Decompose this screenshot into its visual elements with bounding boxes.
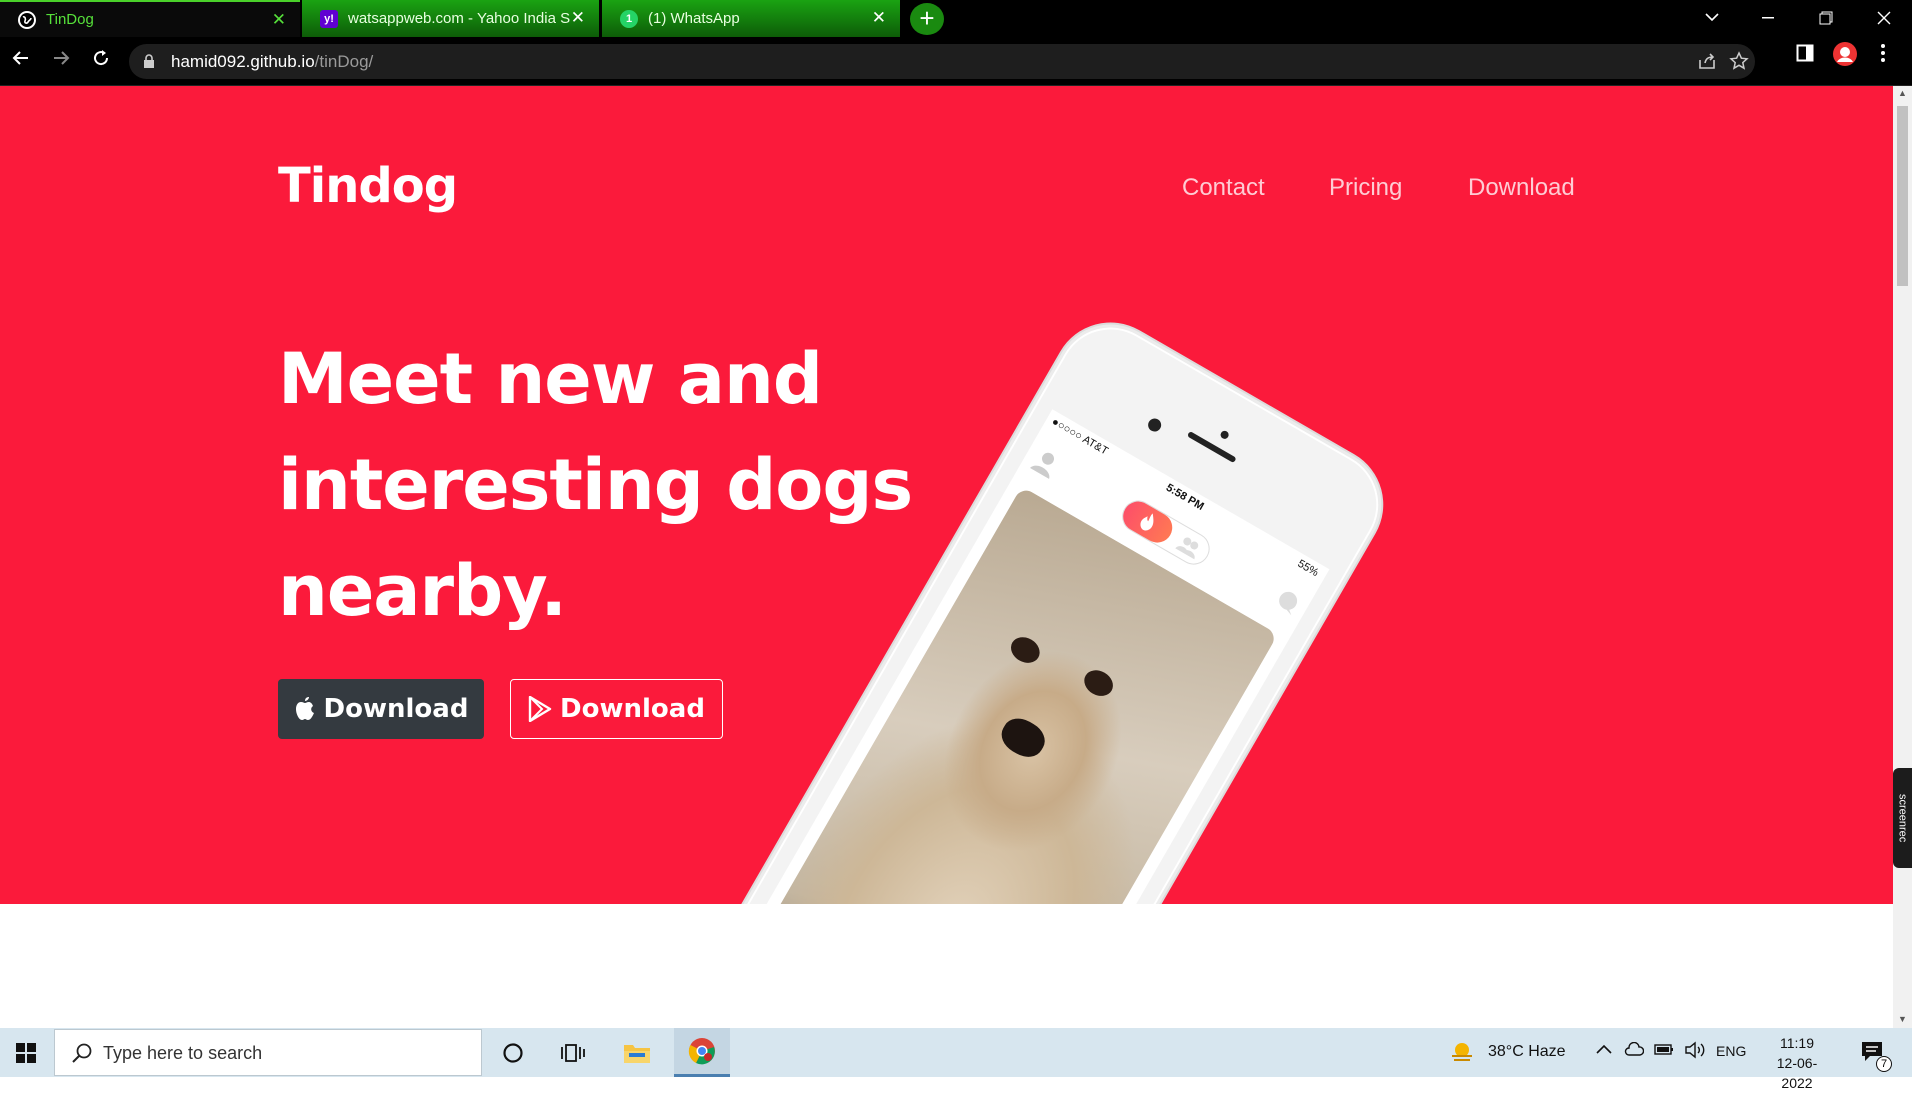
clock-time: 11:19 — [1780, 1035, 1814, 1051]
globe-icon — [18, 10, 36, 29]
tab-title: TinDog — [46, 11, 94, 28]
close-tab-icon[interactable]: ✕ — [272, 11, 286, 29]
dog-nose — [995, 711, 1051, 764]
close-tab-icon[interactable]: ✕ — [872, 9, 886, 27]
profile-avatar-icon[interactable] — [1832, 41, 1858, 73]
close-window-icon[interactable] — [1856, 0, 1912, 35]
headline-line: nearby. — [278, 550, 567, 632]
menu-kebab-icon[interactable] — [1880, 43, 1886, 69]
google-play-icon — [528, 696, 552, 722]
page-viewport: Tindog Contact Pricing Download Meet new… — [0, 86, 1893, 1028]
url-bar[interactable]: hamid092.github.io/tinDog/ — [129, 44, 1755, 79]
tab-yahoo[interactable]: y! watsappweb.com - Yahoo India S ✕ — [302, 0, 599, 37]
share-icon[interactable] — [1697, 51, 1717, 76]
weather-text[interactable]: 38°C Haze — [1488, 1043, 1566, 1061]
chat-icon — [1269, 586, 1303, 621]
apple-download-label: Download — [323, 694, 469, 724]
nav-download[interactable]: Download — [1468, 174, 1575, 202]
screenrec-label: screenrec — [1896, 793, 1909, 843]
search-icon — [71, 1042, 93, 1069]
nav-contact[interactable]: Contact — [1182, 174, 1265, 202]
taskbar-search-box[interactable]: Type here to search — [54, 1029, 482, 1076]
side-panel-icon[interactable] — [1796, 44, 1814, 68]
file-explorer-icon[interactable] — [612, 1028, 662, 1077]
cortana-icon[interactable] — [488, 1028, 538, 1077]
group-icon — [1172, 532, 1204, 564]
notification-count-badge: 7 — [1876, 1056, 1892, 1072]
tab-strip: TinDog ✕ y! watsappweb.com - Yahoo India… — [0, 0, 1912, 37]
back-icon[interactable] — [8, 48, 34, 74]
google-play-download-button[interactable]: Download — [510, 679, 723, 739]
scrollbar-thumb[interactable] — [1897, 106, 1908, 286]
close-tab-icon[interactable]: ✕ — [571, 9, 585, 27]
yahoo-icon: y! — [320, 9, 338, 28]
taskbar-clock[interactable]: 11:19 12-06-2022 — [1762, 1033, 1832, 1093]
screenrec-side-tab[interactable]: screenrec — [1893, 768, 1912, 868]
reload-icon[interactable] — [88, 48, 114, 74]
scroll-up-arrow-icon[interactable]: ▲ — [1898, 88, 1907, 98]
headline-line: interesting dogs — [278, 444, 913, 526]
dog-eye — [1006, 632, 1045, 668]
clock-date: 12-06-2022 — [1776, 1055, 1818, 1091]
url-host: hamid092.github.io — [171, 52, 315, 71]
google-play-download-label: Download — [560, 694, 705, 724]
onedrive-cloud-icon[interactable] — [1624, 1041, 1645, 1061]
tab-title: watsappweb.com - Yahoo India S — [348, 10, 571, 27]
tab-search-icon[interactable] — [1684, 0, 1740, 35]
brand-logo[interactable]: Tindog — [278, 158, 458, 214]
page-scrollbar[interactable]: ▲ ▼ — [1893, 86, 1912, 1028]
url-path: /tinDog/ — [314, 52, 374, 71]
profile-icon — [1026, 444, 1064, 484]
search-placeholder: Type here to search — [103, 1043, 263, 1063]
hero-section: Tindog Contact Pricing Download Meet new… — [0, 86, 1893, 904]
scroll-down-arrow-icon[interactable]: ▼ — [1898, 1014, 1907, 1024]
url-text: hamid092.github.io/tinDog/ — [171, 52, 373, 72]
tab-whatsapp[interactable]: 1 (1) WhatsApp ✕ — [602, 0, 900, 37]
windows-start-icon[interactable] — [0, 1028, 52, 1077]
minimize-icon[interactable] — [1740, 0, 1796, 35]
show-hidden-icons-icon[interactable] — [1596, 1041, 1612, 1059]
task-view-icon[interactable] — [548, 1028, 598, 1077]
whatsapp-icon: 1 — [620, 9, 638, 28]
nav-pricing[interactable]: Pricing — [1329, 174, 1402, 202]
weather-icon[interactable] — [1448, 1040, 1476, 1069]
apple-icon — [294, 696, 316, 722]
lock-icon — [143, 53, 155, 69]
language-indicator[interactable]: ENG — [1716, 1043, 1746, 1059]
tab-title: (1) WhatsApp — [648, 10, 740, 27]
flame-icon — [1117, 496, 1178, 549]
new-tab-button[interactable]: + — [910, 3, 944, 35]
bookmark-star-icon[interactable] — [1729, 51, 1749, 76]
hero-headline: Meet new and interesting dogs nearby. — [278, 326, 998, 644]
apple-download-button[interactable]: Download — [278, 679, 484, 739]
restore-icon[interactable] — [1798, 0, 1854, 35]
dog-eye — [1079, 665, 1118, 701]
tab-tindog[interactable]: TinDog ✕ — [0, 0, 300, 37]
windows-taskbar: Type here to search 38°C Haze ENG 11:19 … — [0, 1028, 1912, 1091]
forward-icon[interactable] — [48, 48, 74, 74]
battery-icon[interactable] — [1654, 1042, 1674, 1061]
headline-line: Meet new and — [278, 338, 823, 420]
volume-icon[interactable] — [1684, 1041, 1706, 1064]
address-toolbar: hamid092.github.io/tinDog/ — [0, 37, 1912, 86]
chrome-taskbar-icon[interactable] — [674, 1028, 730, 1077]
